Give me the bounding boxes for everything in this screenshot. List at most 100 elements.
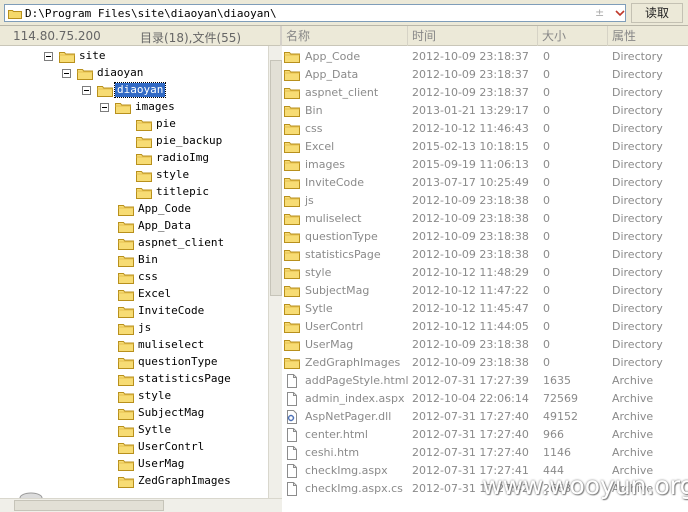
- tree-node[interactable]: App_Data: [0, 218, 268, 235]
- tree-node-label[interactable]: titlepic: [154, 185, 211, 199]
- file-row[interactable]: questionType 2012-10-09 23:18:38 0 Director…: [282, 228, 688, 246]
- tree-node-label[interactable]: js: [136, 321, 153, 335]
- collapse-toggle-icon[interactable]: [100, 103, 109, 112]
- column-header-name[interactable]: 名称: [282, 26, 408, 46]
- file-row[interactable]: Sytle 2012-10-12 11:45:47 0 Directory: [282, 300, 688, 318]
- tree-node[interactable]: titlepic: [0, 184, 268, 201]
- tree-node-label[interactable]: style: [136, 389, 173, 403]
- file-row[interactable]: ZedGraphImages 2012-10-09 23:18:38 0 Direct…: [282, 354, 688, 372]
- tree-node[interactable]: style: [0, 167, 268, 184]
- tree-node[interactable]: pie: [0, 116, 268, 133]
- tree-node-label[interactable]: ZedGraphImages: [136, 474, 233, 488]
- tree-node[interactable]: site: [0, 48, 268, 65]
- path-combobox[interactable]: D:\Program Files\site\diaoyan\diaoyan\ ±: [4, 4, 626, 22]
- tree-node-label[interactable]: questionType: [136, 355, 219, 369]
- tree-node-label[interactable]: images: [133, 100, 177, 114]
- file-row[interactable]: css 2012-10-12 11:46:43 0 Directory: [282, 120, 688, 138]
- file-row[interactable]: style 2012-10-12 11:48:29 0 Directory: [282, 264, 688, 282]
- tree-node-label[interactable]: diaoyan: [95, 66, 145, 80]
- tree-node[interactable]: SubjectMag: [0, 405, 268, 422]
- tree-node-label[interactable]: site: [77, 49, 108, 63]
- file-row[interactable]: muliselect 2012-10-09 23:18:38 0 Directory: [282, 210, 688, 228]
- file-row[interactable]: aspnet_client 2012-10-09 23:18:37 0 Directo…: [282, 84, 688, 102]
- tree-node[interactable]: Excel: [0, 286, 268, 303]
- file-row[interactable]: App_Data 2012-10-09 23:18:37 0 Directory: [282, 66, 688, 84]
- read-button[interactable]: 读取: [631, 3, 683, 23]
- tree-node-label[interactable]: Bin: [136, 253, 160, 267]
- tree-node-label[interactable]: InviteCode: [136, 304, 206, 318]
- collapse-toggle-icon[interactable]: [44, 52, 53, 61]
- file-row[interactable]: SubjectMag 2012-10-12 11:47:22 0 Directory: [282, 282, 688, 300]
- tree-node-label[interactable]: pie: [154, 117, 178, 131]
- tree-node[interactable]: InviteCode: [0, 303, 268, 320]
- file-row[interactable]: statisticsPage 2012-10-09 23:18:38 0 Direct…: [282, 246, 688, 264]
- column-header-size[interactable]: 大小: [538, 26, 608, 46]
- file-row[interactable]: addPageStyle.html 2012-07-31 17:27:39 1635…: [282, 372, 688, 390]
- chevron-down-icon[interactable]: [613, 6, 627, 20]
- file-row[interactable]: InviteCode 2013-07-17 10:25:49 0 Directory: [282, 174, 688, 192]
- tree-horizontal-scrollbar[interactable]: [0, 498, 282, 512]
- tree-node[interactable]: aspnet_client: [0, 235, 268, 252]
- file-row[interactable]: AspNetPager.dll 2012-07-31 17:27:40 49152 A…: [282, 408, 688, 426]
- tree-node-label[interactable]: statisticsPage: [136, 372, 233, 386]
- column-header-attr[interactable]: 属性: [608, 26, 688, 46]
- folder-icon: [118, 271, 134, 284]
- tree-node[interactable]: css: [0, 269, 268, 286]
- tree-node[interactable]: statisticsPage: [0, 371, 268, 388]
- tree-node-label[interactable]: UserContrl: [136, 440, 206, 454]
- tree-node-label[interactable]: Sytle: [136, 423, 173, 437]
- file-row[interactable]: Bin 2013-01-21 13:29:17 0 Directory: [282, 102, 688, 120]
- collapse-toggle-icon[interactable]: [82, 86, 91, 95]
- folder-tree[interactable]: site diaoyan diaoyan images pie pie_backuprad…: [0, 46, 268, 498]
- file-row[interactable]: App_Code 2012-10-09 23:18:37 0 Directory: [282, 48, 688, 66]
- tree-node-label[interactable]: muliselect: [136, 338, 206, 352]
- file-list[interactable]: 名称 时间 大小 属性 App_Code 2012-10-09 23:18:37 0…: [282, 26, 688, 512]
- tree-node[interactable]: diaoyan: [0, 65, 268, 82]
- tree-node[interactable]: UserMag: [0, 456, 268, 473]
- tree-node[interactable]: ZedGraphImages: [0, 473, 268, 490]
- file-time: 2012-10-12 11:47:22: [412, 284, 529, 297]
- tree-node[interactable]: Sytle: [0, 422, 268, 439]
- tree-node-label[interactable]: aspnet_client: [136, 236, 226, 250]
- file-attr: Directory: [612, 248, 663, 261]
- tree-node[interactable]: pie_backup: [0, 133, 268, 150]
- tree-node-label[interactable]: App_Data: [136, 219, 193, 233]
- tree-node[interactable]: style: [0, 388, 268, 405]
- file-row[interactable]: images 2015-09-19 11:06:13 0 Directory: [282, 156, 688, 174]
- tree-node-label[interactable]: radioImg: [154, 151, 211, 165]
- tree-node[interactable]: App_Code: [0, 201, 268, 218]
- tree-node[interactable]: diaoyan: [0, 82, 268, 99]
- file-row[interactable]: Excel 2015-02-13 10:18:15 0 Directory: [282, 138, 688, 156]
- column-header-time[interactable]: 时间: [408, 26, 538, 46]
- tree-node-label[interactable]: css: [136, 270, 160, 284]
- file-row[interactable]: ceshi.htm 2012-07-31 17:27:40 1146 Archive: [282, 444, 688, 462]
- tree-node-label[interactable]: style: [154, 168, 191, 182]
- tree-node-label[interactable]: SubjectMag: [136, 406, 206, 420]
- tree-node-label[interactable]: pie_backup: [154, 134, 224, 148]
- scrollbar-thumb[interactable]: [270, 60, 282, 296]
- tree-node-label[interactable]: App_Code: [136, 202, 193, 216]
- tree-node[interactable]: js: [0, 320, 268, 337]
- path-input[interactable]: D:\Program Files\site\diaoyan\diaoyan\: [25, 7, 277, 20]
- file-attr: Archive: [612, 392, 654, 405]
- file-row[interactable]: admin_index.aspx 2012-10-04 22:06:14 72569…: [282, 390, 688, 408]
- tree-node[interactable]: muliselect: [0, 337, 268, 354]
- tree-vertical-scrollbar[interactable]: [268, 46, 282, 498]
- folder-icon: [77, 67, 93, 80]
- file-row[interactable]: center.html 2012-07-31 17:27:40 966 Archive: [282, 426, 688, 444]
- tree-node[interactable]: radioImg: [0, 150, 268, 167]
- tree-node[interactable]: Bin: [0, 252, 268, 269]
- tree-node[interactable]: UserContrl: [0, 439, 268, 456]
- file-row[interactable]: UserContrl 2012-10-12 11:44:05 0 Directory: [282, 318, 688, 336]
- tree-node-label[interactable]: Excel: [136, 287, 173, 301]
- file-row[interactable]: js 2012-10-09 23:18:38 0 Directory: [282, 192, 688, 210]
- tree-node-label[interactable]: UserMag: [136, 457, 186, 471]
- scrollbar-thumb[interactable]: [14, 500, 164, 511]
- tree-node-label[interactable]: diaoyan: [113, 82, 167, 98]
- collapse-toggle-icon[interactable]: [62, 69, 71, 78]
- file-row[interactable]: UserMag 2012-10-09 23:18:38 0 Directory: [282, 336, 688, 354]
- file-name: UserContrl: [305, 320, 364, 333]
- tree-node[interactable]: questionType: [0, 354, 268, 371]
- folder-icon: [284, 68, 300, 82]
- tree-node[interactable]: images: [0, 99, 268, 116]
